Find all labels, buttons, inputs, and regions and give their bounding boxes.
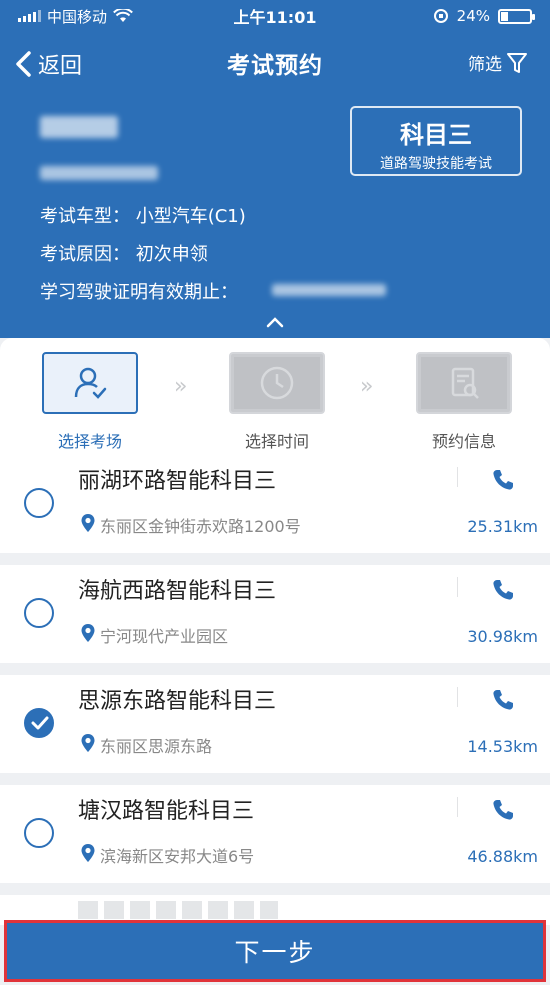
carrier-name: 中国移动: [47, 7, 108, 26]
checkmark-icon: [31, 716, 49, 730]
chevron-double-right-icon: »: [360, 374, 374, 399]
venue-name-obscured: [78, 901, 278, 919]
location-pin-icon: [81, 514, 95, 532]
venue-distance: 14.53km: [467, 737, 538, 756]
divider: [457, 797, 458, 817]
person-check-icon: [74, 367, 107, 399]
battery-icon: [498, 8, 535, 24]
phone-icon[interactable]: [490, 577, 516, 603]
venue-radio[interactable]: [24, 488, 54, 518]
subject-title: 科目三: [400, 121, 472, 149]
list-item[interactable]: 塘汉路智能科目三 滨海新区安邦大道6号 46.88km: [0, 785, 550, 883]
permit-expiry-redacted: [272, 284, 386, 296]
venue-distance: 46.88km: [467, 847, 538, 866]
wifi-icon: [113, 9, 133, 22]
venue-radio[interactable]: [24, 598, 54, 628]
chevron-up-icon[interactable]: [266, 316, 284, 328]
signal-icon: [18, 10, 41, 22]
filter-button[interactable]: 筛选: [468, 50, 528, 75]
subject-description: 道路驾驶技能考试: [380, 156, 492, 172]
venue-radio-checked[interactable]: [24, 708, 54, 738]
venue-address: 东丽区金钟街赤欢路1200号: [100, 517, 301, 536]
step-booking-info: [416, 352, 512, 414]
list-item[interactable]: 海航西路智能科目三 宁河现代产业园区 30.98km: [0, 565, 550, 663]
list-item[interactable]: 丽湖环路智能科目三 东丽区金钟街赤欢路1200号 25.31km: [0, 455, 550, 553]
permit-expiry: 学习驾驶证明有效期止：: [40, 282, 238, 303]
booking-steps: » » 选择考场 选择时间 预约信息: [0, 338, 550, 455]
location-pin-icon: [81, 734, 95, 752]
clock-icon: [260, 366, 294, 400]
chevron-left-icon: [16, 51, 31, 77]
nav-bar: 返回 考试预约 筛选: [0, 32, 550, 94]
venue-name: 塘汉路智能科目三: [78, 799, 255, 824]
step-label-info: 预约信息: [431, 432, 496, 451]
venue-distance: 30.98km: [467, 627, 538, 646]
funnel-icon: [507, 52, 527, 73]
phone-icon[interactable]: [490, 687, 516, 713]
next-step-button[interactable]: 下一步: [4, 920, 546, 982]
applicant-info-panel: 科目三 道路驾驶技能考试 考试车型： 小型汽车(C1) 考试原因： 初次申领 学…: [0, 94, 550, 338]
filter-label: 筛选: [468, 55, 502, 75]
venue-address: 宁河现代产业园区: [100, 627, 229, 646]
venue-list: 丽湖环路智能科目三 东丽区金钟街赤欢路1200号 25.31km 海航西路智能科…: [0, 455, 550, 925]
venue-name: 海航西路智能科目三: [78, 579, 277, 604]
location-pin-icon: [81, 844, 95, 862]
phone-icon[interactable]: [490, 467, 516, 493]
subject-badge: 科目三 道路驾驶技能考试: [350, 106, 522, 176]
venue-name: 思源东路智能科目三: [78, 689, 277, 714]
back-button[interactable]: 返回: [14, 48, 82, 80]
back-label: 返回: [38, 54, 83, 79]
vehicle-type: 考试车型： 小型汽车(C1): [40, 206, 246, 227]
battery-percent: 24%: [456, 7, 490, 25]
exam-reason: 考试原因： 初次申领: [40, 244, 208, 265]
divider: [457, 687, 458, 707]
clock: 上午11:01: [233, 8, 317, 27]
status-bar: 中国移动 上午11:01 24%: [0, 0, 550, 32]
divider: [457, 467, 458, 487]
venue-distance: 25.31km: [467, 517, 538, 536]
step-select-venue: [42, 352, 138, 414]
applicant-id-redacted: [40, 166, 158, 180]
venue-radio[interactable]: [24, 818, 54, 848]
list-item[interactable]: 思源东路智能科目三 东丽区思源东路 14.53km: [0, 675, 550, 773]
phone-icon[interactable]: [490, 797, 516, 823]
step-label-venue: 选择考场: [57, 432, 122, 451]
chevron-double-right-icon: »: [174, 374, 188, 399]
venue-address: 滨海新区安邦大道6号: [100, 847, 255, 866]
document-search-icon: [451, 367, 479, 399]
orientation-lock-icon: [433, 9, 448, 23]
venue-name: 丽湖环路智能科目三: [78, 469, 277, 494]
venue-address: 东丽区思源东路: [100, 737, 213, 756]
location-pin-icon: [81, 624, 95, 642]
step-label-time: 选择时间: [244, 432, 309, 451]
divider: [457, 577, 458, 597]
applicant-name-redacted: [40, 116, 118, 138]
step-select-time: [229, 352, 325, 414]
